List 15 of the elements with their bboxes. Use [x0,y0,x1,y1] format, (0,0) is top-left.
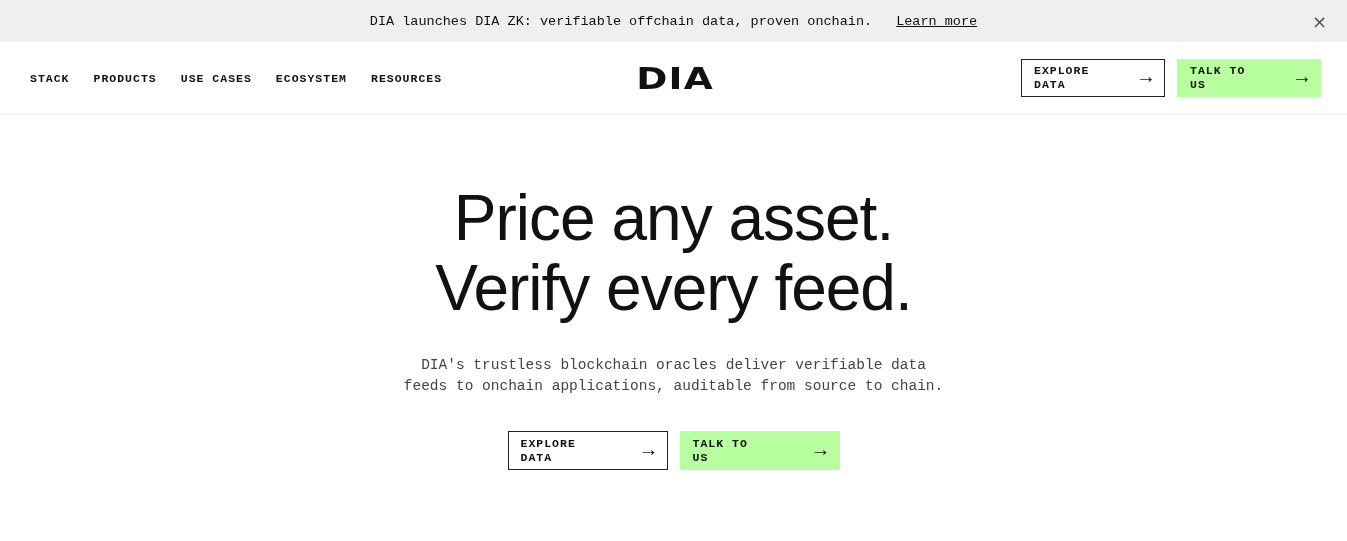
nav-link[interactable]: PRODUCTS [93,71,157,85]
logo[interactable]: DIA [636,60,715,96]
announcement-text: DIA launches DIA ZK: verifiable offchain data, proven onchain. [369,13,873,29]
explore-button[interactable]: EXPLORE DATA → [507,431,668,470]
nav-link[interactable]: USE CASES [180,71,252,85]
hero-title: Price any asset. [452,183,895,253]
nav-link[interactable]: ECOSYSTEM [275,71,347,85]
learn-more-link[interactable]: Learn more [896,13,978,29]
hero-description: DIA's trustless blockchain oracles deliver verifiable data feeds to onchain applications, auditable from source to chain. [403,356,944,396]
hero-title: Verify every feed. [435,253,912,323]
explore-button[interactable]: EXPLORE DATA → [1021,59,1165,97]
nav-link[interactable]: RESOURCES [371,71,443,85]
talk-button[interactable]: TALK TO US → [679,431,840,470]
nav-link[interactable]: STACK [30,71,70,85]
talk-button[interactable]: TALK TO US → [1177,59,1321,97]
